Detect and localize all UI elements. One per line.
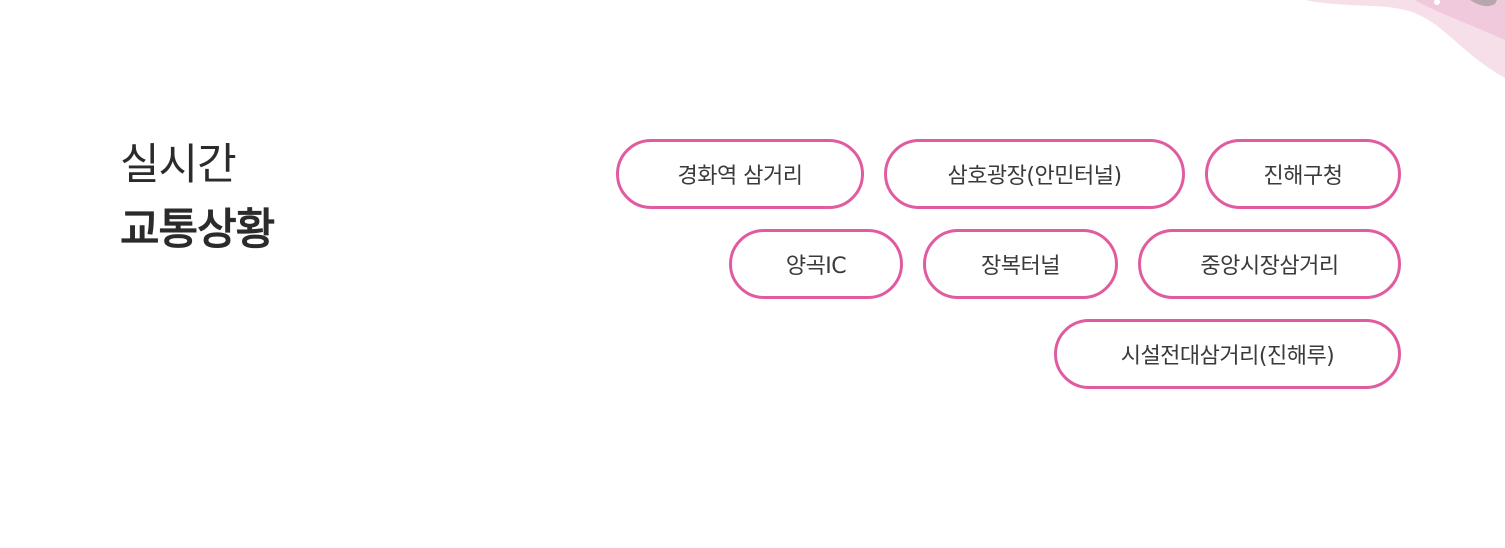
- location-button-samho[interactable]: 삼호광장(안민터널): [884, 139, 1185, 209]
- heading-traffic-status: 교통상황: [120, 205, 275, 255]
- location-button-jungang-market[interactable]: 중앙시장삼거리: [1138, 229, 1401, 299]
- location-button-siseol-jeondae[interactable]: 시설전대삼거리(진해루): [1054, 319, 1401, 389]
- location-button-jangbok-tunnel[interactable]: 장복터널: [923, 229, 1118, 299]
- location-button-gyeonghwa[interactable]: 경화역 삼거리: [616, 139, 864, 209]
- section-heading: 실시간 교통상황: [120, 140, 275, 255]
- location-button-jinhae-office[interactable]: 진해구청: [1205, 139, 1401, 209]
- heading-realtime: 실시간: [120, 140, 237, 190]
- traffic-section: 실시간 교통상황 경화역 삼거리 삼호광장(안민터널) 진해구청 양곡IC 장복…: [0, 0, 1505, 548]
- location-button-yanggok-ic[interactable]: 양곡IC: [729, 229, 903, 299]
- petal-decoration: [1305, 0, 1505, 78]
